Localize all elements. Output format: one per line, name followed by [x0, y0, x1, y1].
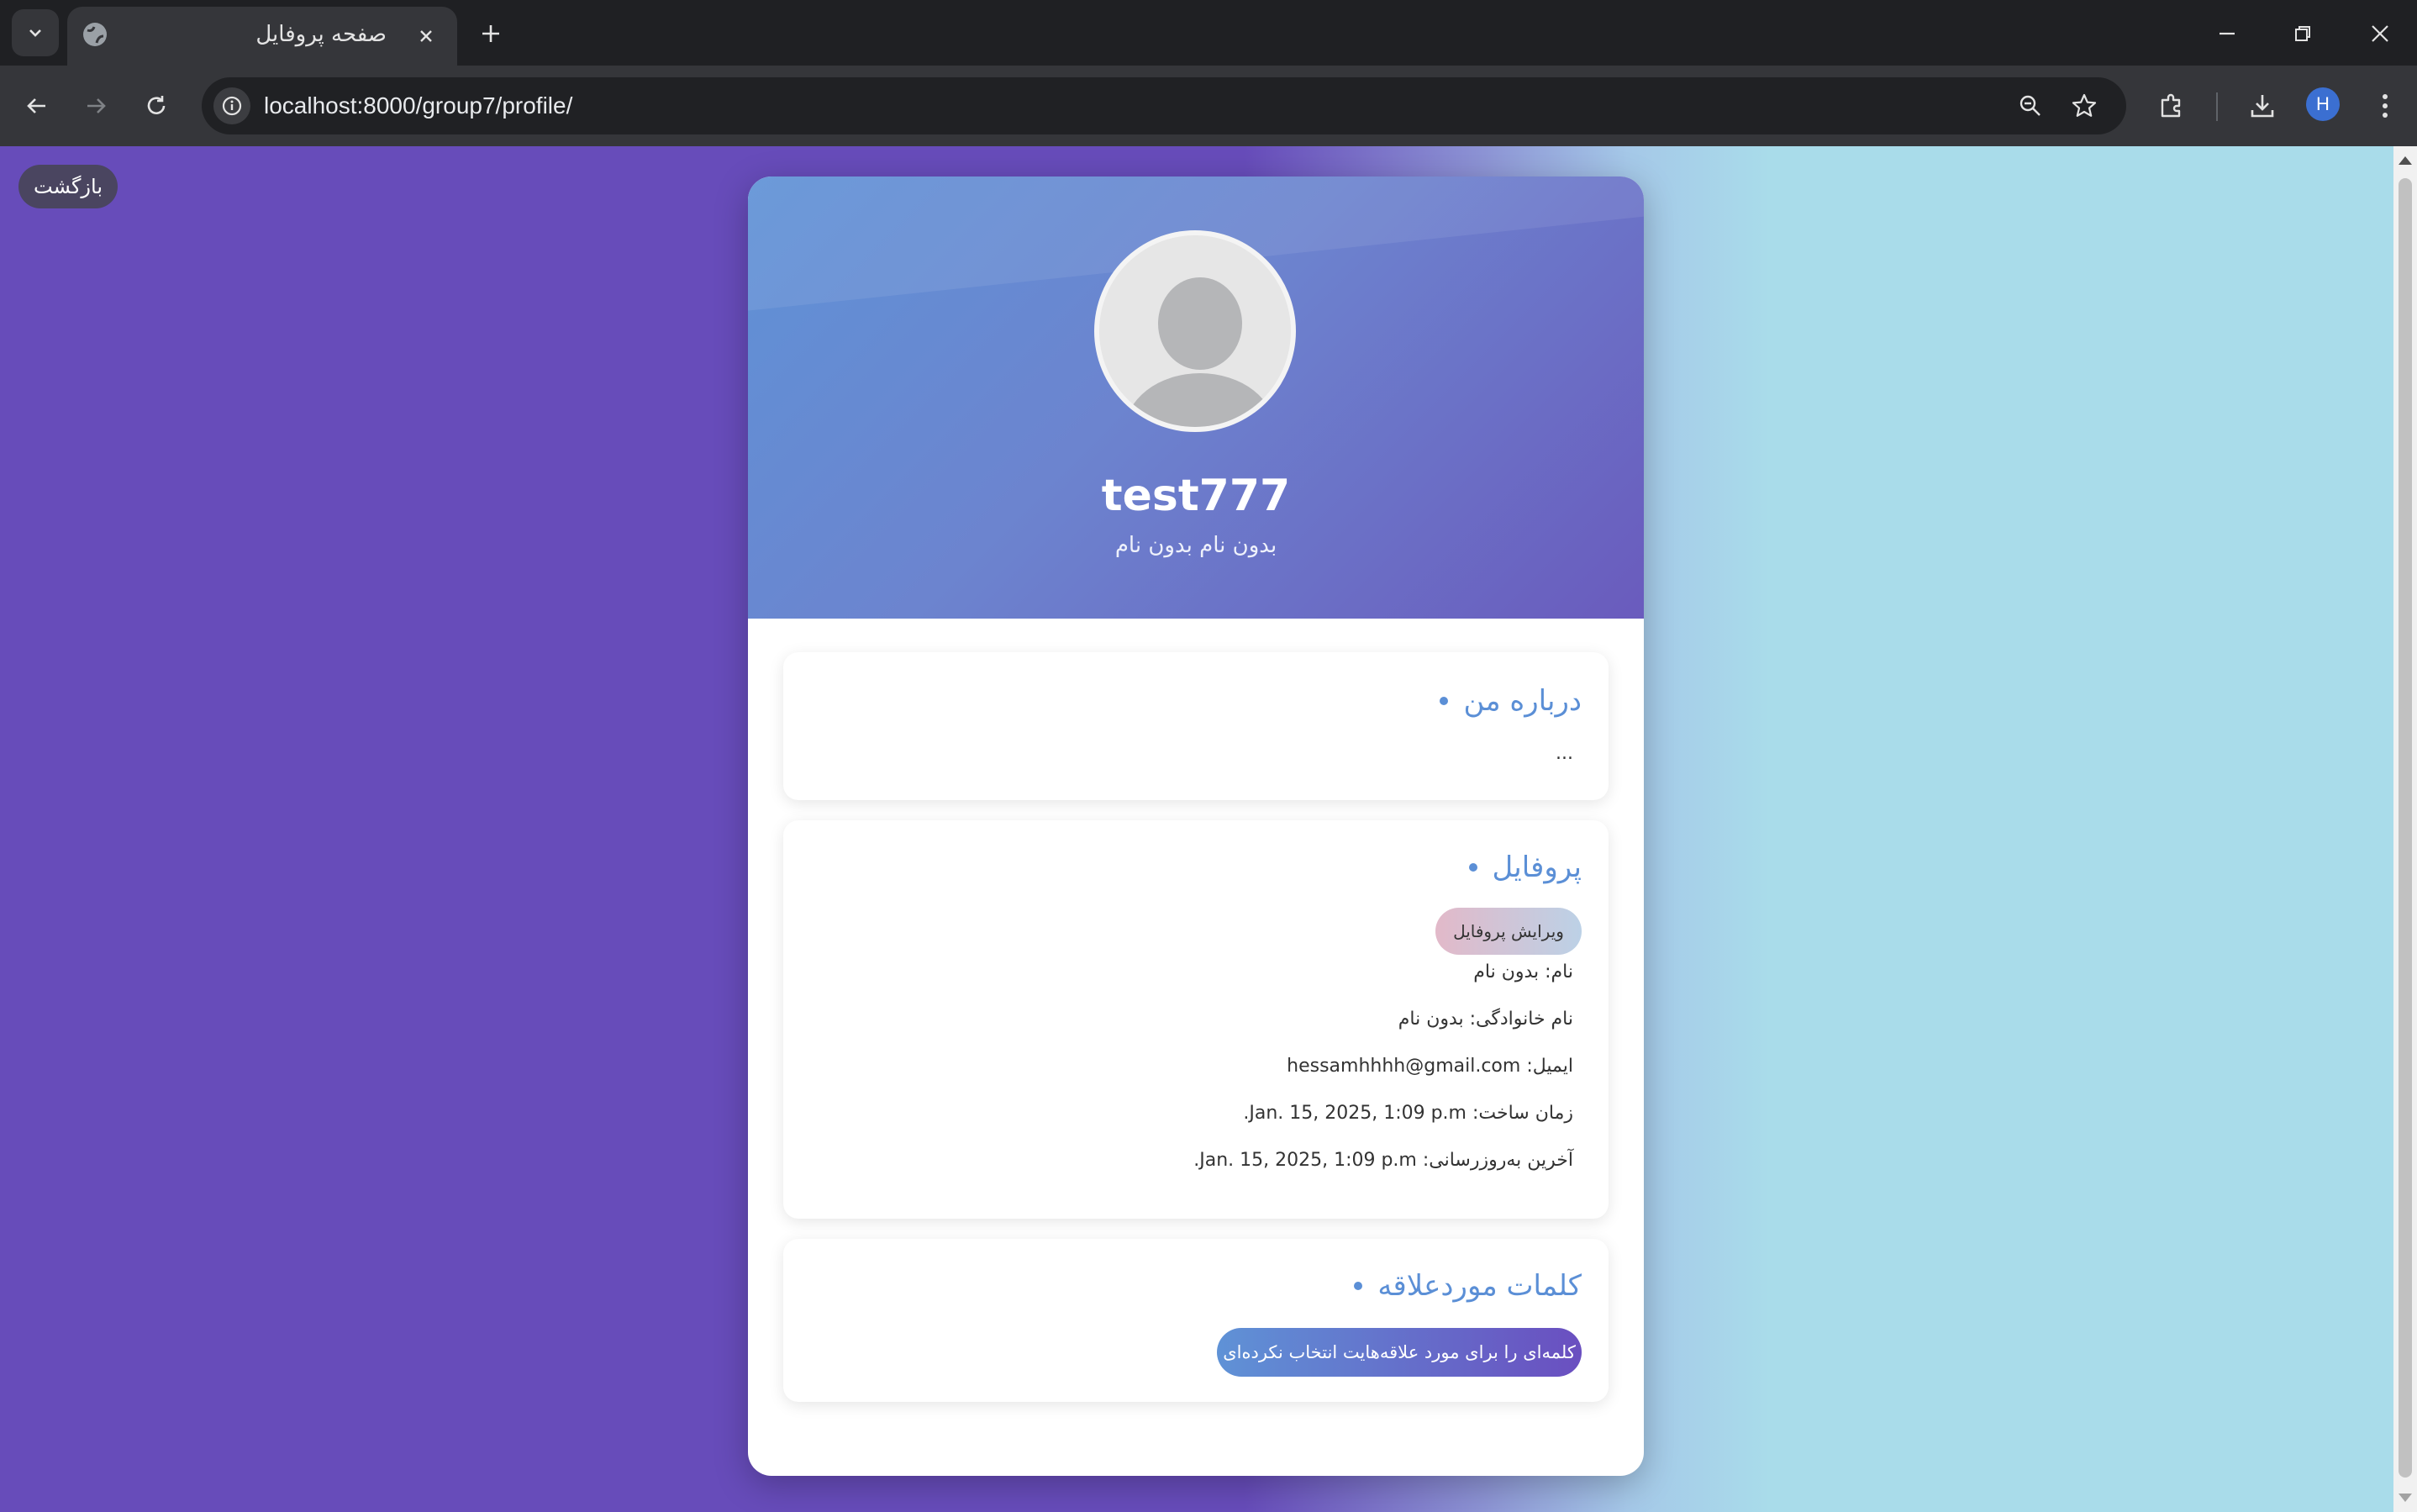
select-keywords-button[interactable]: کلمه‌ای را برای مورد علاقه‌هایت انتخاب ن…	[1217, 1328, 1582, 1377]
bullet-icon	[1440, 697, 1449, 705]
address-bar[interactable]: localhost:8000/group7/profile/	[202, 77, 2126, 134]
profile-title: پروفایل	[1468, 851, 1582, 884]
arrow-left-icon	[27, 98, 45, 113]
about-title: درباره من	[1440, 684, 1582, 718]
keywords-section: کلمات موردعلاقه کلمه‌ای را برای مورد علا…	[783, 1239, 1609, 1402]
scroll-down-icon[interactable]	[2399, 1494, 2412, 1502]
tab-search-button[interactable]	[12, 9, 59, 56]
edit-profile-button[interactable]: ویرایش پروفایل	[1435, 908, 1582, 955]
url-text: localhost:8000/group7/profile/	[264, 92, 573, 119]
close-window-button[interactable]	[2362, 15, 2399, 52]
avatar-head-shape	[1158, 277, 1242, 370]
scrollbar-thumb[interactable]	[2399, 178, 2412, 1478]
scroll-up-icon[interactable]	[2399, 156, 2412, 165]
keywords-title: کلمات موردعلاقه	[1354, 1269, 1582, 1303]
restore-icon	[2295, 26, 2310, 41]
reload-button[interactable]	[133, 82, 180, 129]
page-viewport: بازگشت test777 بدون نام بدون نام درباره …	[0, 146, 2393, 1512]
restore-button[interactable]	[2284, 15, 2321, 52]
tab-close-icon[interactable]	[412, 22, 440, 50]
profile-title-text: پروفایل	[1492, 851, 1582, 884]
chevron-down-icon	[29, 29, 41, 37]
site-info-icon[interactable]	[213, 87, 250, 124]
back-nav-button[interactable]	[13, 82, 61, 129]
full-name: بدون نام بدون نام	[1114, 533, 1277, 558]
zoom-icon[interactable]	[2012, 87, 2049, 124]
about-section: درباره من ...	[783, 652, 1609, 800]
profile-avatar-button[interactable]: H	[2306, 87, 2340, 121]
profile-section: پروفایل ویرایش پروفایل نام: بدون نام نام…	[783, 820, 1609, 1219]
bullet-icon	[1468, 863, 1477, 872]
minimize-button[interactable]	[2209, 15, 2246, 52]
keywords-title-text: کلمات موردعلاقه	[1377, 1269, 1582, 1303]
globe-icon	[83, 23, 107, 46]
profile-card: test777 بدون نام بدون نام درباره من ... …	[748, 176, 1644, 1476]
tab-title: صفحه پروفایل	[255, 22, 387, 47]
last-name-field: نام خانوادگی: بدون نام	[1398, 1009, 1573, 1030]
arrow-right-icon	[87, 98, 106, 113]
minimize-icon	[2220, 32, 2235, 35]
bookmark-star-icon[interactable]	[2066, 87, 2103, 124]
back-button[interactable]: بازگشت	[18, 165, 118, 208]
plus-icon	[482, 25, 499, 42]
about-title-text: درباره من	[1463, 684, 1582, 718]
updated-at-field: آخرین به‌روزرسانی: Jan. 15, 2025, 1:09 p…	[1193, 1150, 1573, 1171]
active-tab[interactable]: صفحه پروفایل	[67, 7, 457, 66]
menu-kebab-icon[interactable]	[2362, 82, 2409, 129]
username: test777	[1101, 471, 1291, 521]
first-name-field: نام: بدون نام	[1473, 961, 1573, 983]
created-at-field: زمان ساخت: Jan. 15, 2025, 1:09 p.m.	[1243, 1103, 1573, 1124]
reload-icon	[147, 96, 166, 114]
tab-strip: صفحه پروفایل	[0, 0, 2417, 66]
bullet-icon	[1354, 1282, 1363, 1290]
download-icon[interactable]	[2239, 82, 2286, 129]
about-text: ...	[1556, 743, 1573, 764]
close-icon	[2372, 25, 2388, 42]
avatar-body-shape	[1124, 373, 1276, 427]
new-tab-button[interactable]	[474, 17, 508, 50]
profile-header: test777 بدون نام بدون نام	[748, 176, 1644, 619]
avatar	[1094, 230, 1296, 432]
extensions-icon[interactable]	[2148, 82, 2195, 129]
page-scrollbar[interactable]	[2393, 146, 2417, 1512]
toolbar-divider	[2216, 92, 2218, 121]
email-field: ایمیل: hessamhhhh@gmail.com	[1287, 1056, 1573, 1077]
browser-toolbar: localhost:8000/group7/profile/	[0, 66, 2417, 146]
forward-nav-button[interactable]	[72, 82, 119, 129]
